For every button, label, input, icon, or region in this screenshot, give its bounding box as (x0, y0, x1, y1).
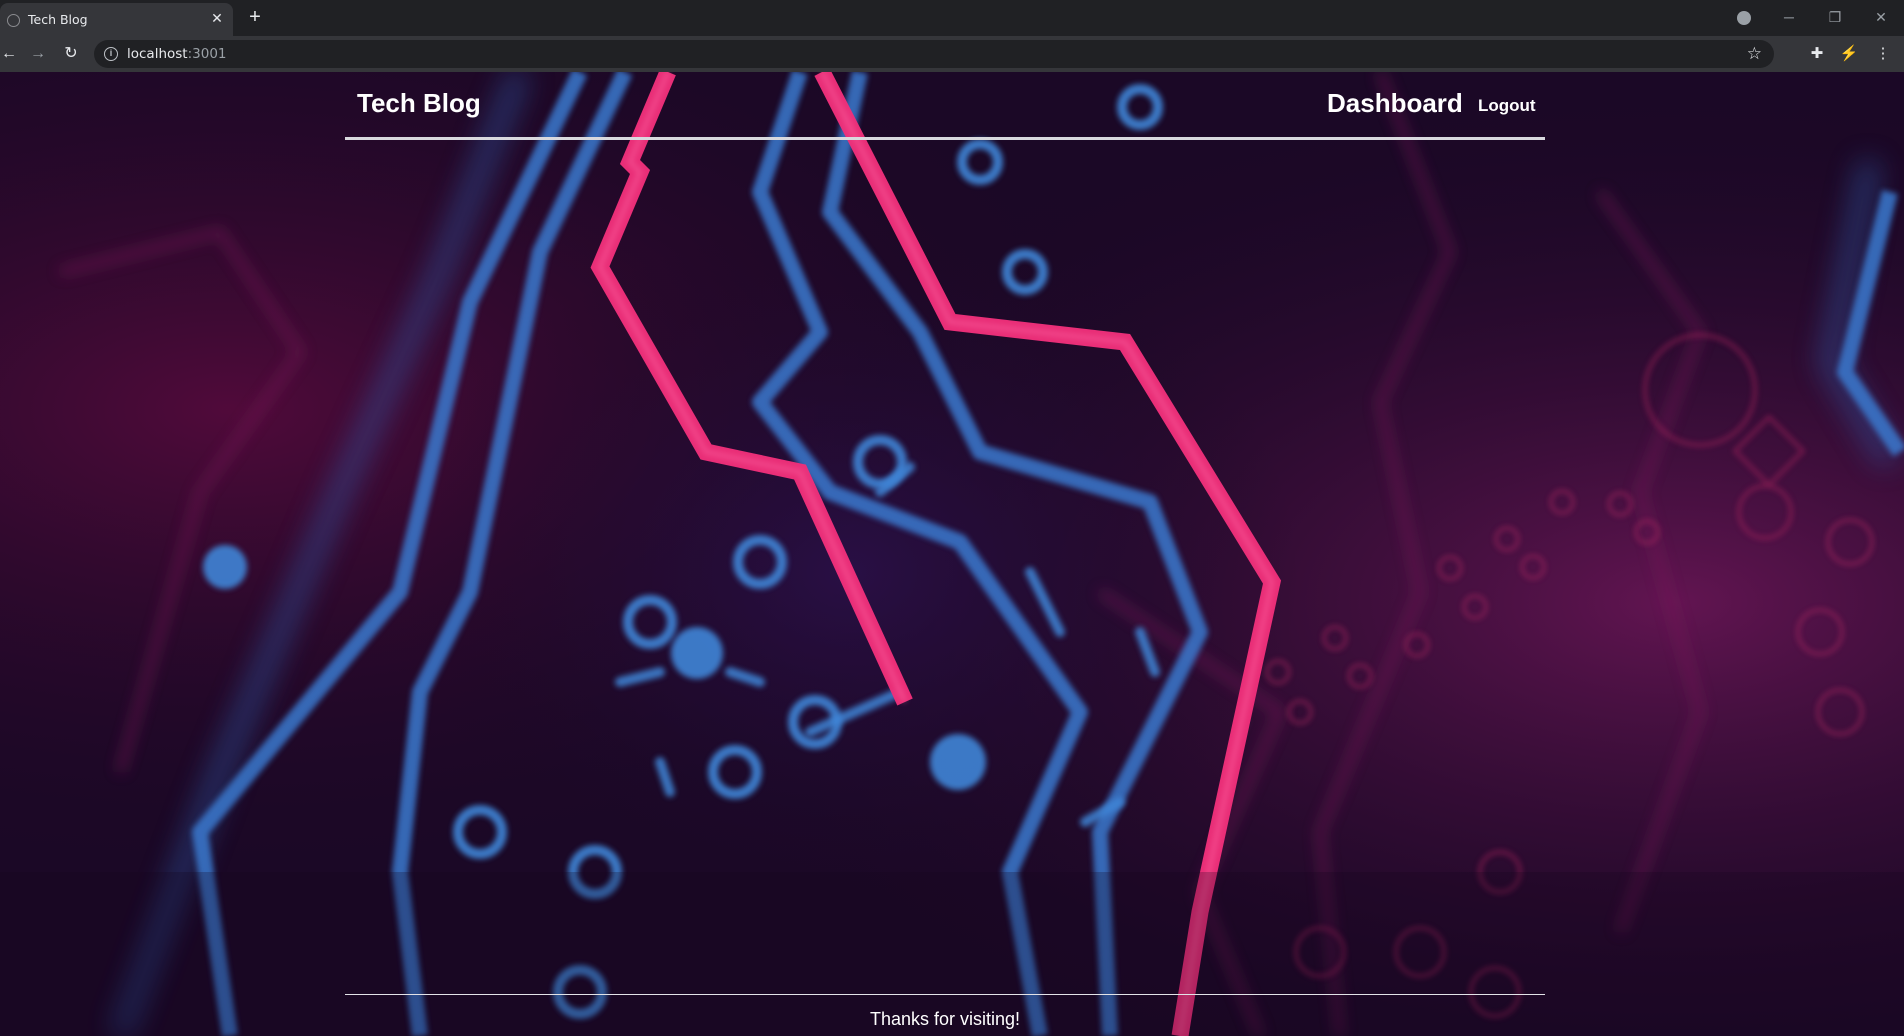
restore-button[interactable]: ❐ (1823, 6, 1847, 28)
site-info-icon[interactable]: i (104, 47, 118, 61)
menu-kebab-icon[interactable]: ⋮ (1872, 43, 1894, 65)
address-bar[interactable]: i localhost:3001 ☆ (94, 40, 1774, 68)
tab-title: Tech Blog (28, 12, 88, 27)
circuit-background-image (0, 72, 1904, 1036)
tab-close-icon[interactable]: ✕ (209, 10, 225, 26)
extensions-icon[interactable]: ✚ (1806, 43, 1828, 65)
globe-icon (7, 14, 20, 27)
reload-icon[interactable]: ↻ (60, 43, 82, 65)
site-header: Tech Blog Dashboard Logout (345, 72, 1545, 140)
bookmark-star-icon[interactable]: ☆ (1747, 44, 1762, 64)
page-viewport: Tech Blog Dashboard Logout Thanks for vi… (0, 72, 1904, 1036)
url-host: localhost (127, 46, 188, 62)
site-footer: Thanks for visiting! (345, 994, 1545, 1036)
close-window-button[interactable]: ✕ (1869, 6, 1893, 28)
nav-logout-link[interactable]: Logout (1478, 96, 1536, 116)
browser-toolbar: ← → ↻ i localhost:3001 ☆ ✚ ⚡ ⋮ (0, 36, 1904, 72)
minimize-button[interactable]: ─ (1777, 6, 1801, 28)
forward-icon[interactable]: → (27, 43, 49, 65)
footer-text: Thanks for visiting! (869, 1009, 1021, 1029)
browser-tab[interactable]: Tech Blog ✕ (0, 3, 233, 36)
url-port: :3001 (187, 46, 227, 62)
browser-tabstrip: Tech Blog ✕ + ─ ❐ ✕ (0, 0, 1904, 36)
url-text: localhost:3001 (127, 46, 227, 62)
site-title-link[interactable]: Tech Blog (357, 88, 481, 119)
nav-dashboard-link[interactable]: Dashboard (1327, 88, 1463, 119)
tab-search-icon[interactable] (1737, 11, 1751, 25)
back-icon[interactable]: ← (0, 43, 20, 65)
new-tab-button[interactable]: + (245, 7, 265, 27)
profile-avatar-icon[interactable]: ⚡ (1838, 43, 1860, 65)
